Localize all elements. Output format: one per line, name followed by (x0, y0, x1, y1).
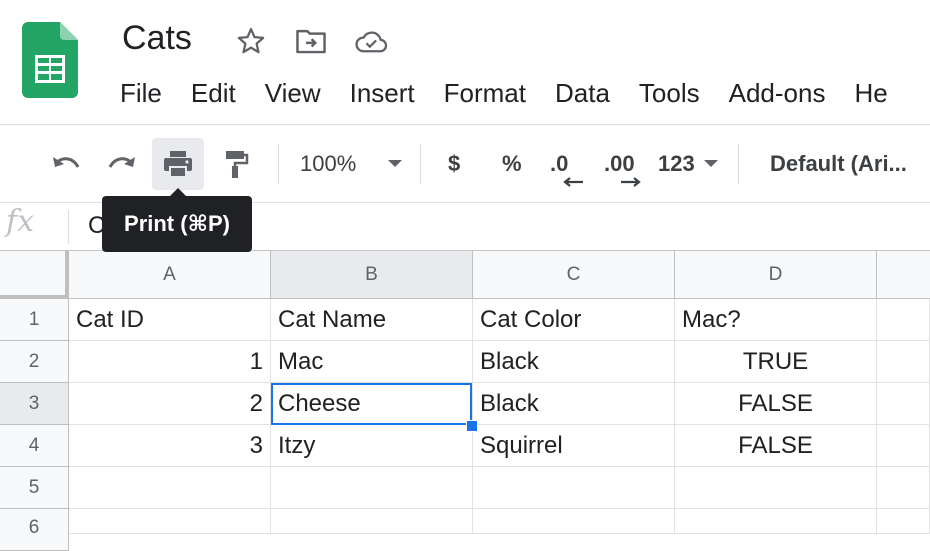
cell-e6[interactable] (877, 509, 930, 534)
menu-format[interactable]: Format (444, 76, 526, 110)
arrow-left-icon (563, 177, 583, 187)
column-header-e[interactable] (877, 251, 930, 299)
print-icon (164, 151, 192, 178)
row-header-4[interactable]: 4 (0, 425, 69, 467)
cell-c2[interactable]: Black (473, 341, 675, 383)
cell-a4[interactable]: 3 (69, 425, 271, 467)
cell-b5[interactable] (271, 467, 473, 509)
cell-e3[interactable] (877, 383, 930, 425)
menu-help[interactable]: He (854, 76, 887, 110)
row-header-3[interactable]: 3 (0, 383, 69, 425)
toolbar-separator (278, 144, 279, 184)
print-button[interactable] (152, 138, 204, 190)
format-percent-button[interactable]: % (502, 146, 522, 182)
header-divider (0, 124, 930, 125)
cell-b1[interactable]: Cat Name (271, 299, 473, 341)
cell-e2[interactable] (877, 341, 930, 383)
paint-format-icon (226, 151, 249, 178)
cell-c3[interactable]: Black (473, 383, 675, 425)
document-title[interactable]: Cats (122, 18, 192, 58)
cell-b4[interactable]: Itzy (271, 425, 473, 467)
formula-bar-separator (68, 210, 69, 244)
cell-c6[interactable] (473, 509, 675, 534)
cell-a1[interactable]: Cat ID (69, 299, 271, 341)
font-family-select[interactable]: Default (Ari... (770, 146, 907, 182)
row-header-1[interactable]: 1 (0, 299, 69, 341)
menu-bar: File Edit View Insert Format Data Tools … (120, 76, 917, 110)
menu-view[interactable]: View (265, 76, 321, 110)
menu-file[interactable]: File (120, 76, 162, 110)
cell-c1[interactable]: Cat Color (473, 299, 675, 341)
cell-c5[interactable] (473, 467, 675, 509)
cell-e1[interactable] (877, 299, 930, 341)
column-header-d[interactable]: D (675, 251, 877, 299)
decrease-decimal-button[interactable]: .0 (550, 146, 590, 192)
column-header-a[interactable]: A (69, 251, 271, 299)
cell-d5[interactable] (675, 467, 877, 509)
undo-icon (53, 157, 80, 168)
cell-d2[interactable]: TRUE (675, 341, 877, 383)
row-header-6[interactable]: 6 (0, 509, 69, 551)
cell-a5[interactable] (69, 467, 271, 509)
sheets-logo-icon[interactable] (22, 22, 78, 98)
cell-a6[interactable] (69, 509, 271, 534)
menu-insert[interactable]: Insert (350, 76, 415, 110)
toolbar-separator (420, 144, 421, 184)
more-formats-button[interactable]: 123 (658, 146, 695, 182)
cell-a2[interactable]: 1 (69, 341, 271, 383)
undo-button[interactable] (44, 138, 88, 190)
cell-b6[interactable] (271, 509, 473, 534)
zoom-dropdown-chevron-icon[interactable] (382, 138, 408, 190)
menu-data[interactable]: Data (555, 76, 610, 110)
cell-e5[interactable] (877, 467, 930, 509)
fx-icon: fx (6, 204, 35, 239)
more-formats-chevron-icon[interactable] (700, 138, 722, 190)
cell-a3[interactable]: 2 (69, 383, 271, 425)
zoom-select[interactable]: 100% (300, 146, 356, 182)
move-to-folder-icon[interactable] (294, 24, 328, 58)
cloud-saved-icon[interactable] (354, 24, 388, 58)
cell-e4[interactable] (877, 425, 930, 467)
menu-add-ons[interactable]: Add-ons (729, 76, 826, 110)
row-header-2[interactable]: 2 (0, 341, 69, 383)
arrow-right-icon (621, 177, 641, 187)
star-icon[interactable] (234, 24, 268, 58)
column-header-b[interactable]: B (271, 251, 473, 299)
redo-icon (108, 157, 135, 168)
toolbar-separator (738, 144, 739, 184)
redo-button[interactable] (100, 138, 144, 190)
column-header-c[interactable]: C (473, 251, 675, 299)
cell-b2[interactable]: Mac (271, 341, 473, 383)
cell-d4[interactable]: FALSE (675, 425, 877, 467)
fill-handle[interactable] (466, 420, 478, 432)
paint-format-button[interactable] (214, 138, 258, 190)
cell-c4[interactable]: Squirrel (473, 425, 675, 467)
active-cell-selection (271, 383, 472, 425)
format-currency-button[interactable]: $ (448, 146, 460, 182)
cell-d6[interactable] (675, 509, 877, 534)
zoom-value: 100% (300, 151, 357, 176)
menu-edit[interactable]: Edit (191, 76, 236, 110)
cell-d1[interactable]: Mac? (675, 299, 877, 341)
increase-decimal-button[interactable]: .00 (604, 146, 650, 192)
print-tooltip: Print (⌘P) (102, 196, 252, 252)
select-all-corner[interactable] (0, 251, 69, 299)
row-header-5[interactable]: 5 (0, 467, 69, 509)
menu-tools[interactable]: Tools (639, 76, 700, 110)
cell-d3[interactable]: FALSE (675, 383, 877, 425)
